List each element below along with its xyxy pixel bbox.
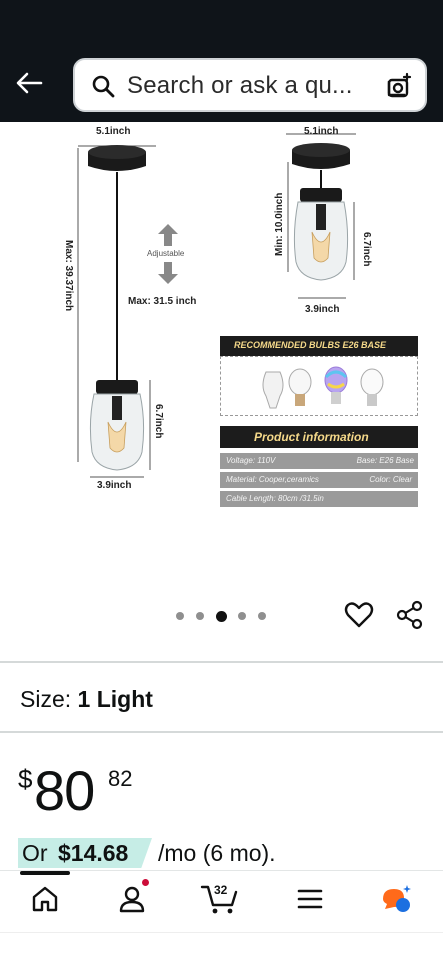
nav-menu[interactable] bbox=[294, 883, 326, 915]
top-bar: Search or ask a qu... bbox=[0, 50, 443, 122]
home-icon bbox=[32, 886, 58, 912]
product-info-title-text: Product information bbox=[254, 430, 369, 444]
size-value: 1 Light bbox=[77, 686, 153, 712]
adjustable-label: Adjustable bbox=[147, 249, 185, 258]
camera-lens-icon[interactable] bbox=[385, 72, 413, 100]
nav-account[interactable] bbox=[116, 878, 150, 915]
divider bbox=[0, 731, 443, 733]
dimension-top-width-right: 5.1inch bbox=[304, 126, 339, 137]
cart-count: 32 bbox=[214, 883, 228, 897]
share-button[interactable] bbox=[395, 600, 425, 630]
dimension-jar-width-left: 3.9inch bbox=[97, 480, 132, 491]
menu-icon bbox=[297, 889, 323, 909]
bulbs-panel bbox=[220, 356, 418, 416]
page-dot[interactable] bbox=[196, 612, 204, 620]
monthly-or: Or bbox=[22, 840, 48, 866]
page-dot[interactable] bbox=[238, 612, 246, 620]
search-bar[interactable]: Search or ask a qu... bbox=[73, 58, 427, 112]
info-material: Material: Cooper,ceramics bbox=[226, 475, 319, 484]
page-dot[interactable] bbox=[258, 612, 266, 620]
bottom-navigation: 32 bbox=[0, 870, 443, 932]
nav-assistant[interactable] bbox=[380, 883, 412, 915]
monthly-terms: /mo (6 mo). bbox=[158, 840, 276, 866]
notification-dot bbox=[141, 878, 150, 887]
size-selector[interactable]: Size: 1 Light bbox=[20, 686, 153, 713]
product-info-title: Product information bbox=[220, 426, 418, 448]
price-fraction: 82 bbox=[108, 766, 133, 791]
dimension-max-cord: Max: 31.5 inch bbox=[128, 296, 197, 307]
info-base: Base: E26 Base bbox=[356, 456, 414, 465]
dimension-jar-width-right: 3.9inch bbox=[305, 304, 340, 315]
page-dot-active[interactable] bbox=[216, 611, 227, 622]
dimension-top-width-left: 5.1inch bbox=[96, 126, 131, 137]
price-whole: 80 bbox=[34, 759, 95, 822]
active-tab-indicator bbox=[20, 871, 70, 875]
dimension-jar-height-left: 6.7inch bbox=[153, 404, 164, 439]
add-to-list-button[interactable] bbox=[344, 600, 374, 630]
nav-home[interactable] bbox=[29, 883, 61, 915]
heart-icon bbox=[344, 602, 374, 628]
dimension-jar-height-right: 6.7inch bbox=[361, 232, 372, 267]
dimension-min-length: Min: 10.0inch bbox=[274, 192, 285, 256]
search-input[interactable]: Search or ask a qu... bbox=[127, 72, 353, 100]
search-icon bbox=[92, 75, 115, 98]
share-icon bbox=[396, 600, 423, 630]
recommended-bulbs-title: RECOMMENDED BULBS E26 BASE bbox=[220, 336, 418, 356]
assistant-icon bbox=[383, 885, 411, 912]
monthly-amount: $14.68 bbox=[58, 840, 129, 866]
system-gesture-bar bbox=[0, 932, 443, 960]
back-arrow-icon bbox=[16, 72, 43, 94]
info-row: Voltage: 110V Base: E26 Base bbox=[220, 453, 418, 469]
person-icon bbox=[119, 886, 145, 913]
product-image-gallery[interactable]: 5.1inch 5.1inch Max: 39.37inch Adjustabl… bbox=[0, 122, 443, 592]
dimension-max-length: Max: 39.37inch bbox=[63, 240, 74, 312]
divider bbox=[0, 661, 443, 663]
info-row: Cable Length: 80cm /31.5in bbox=[220, 491, 418, 507]
price-currency: $ bbox=[18, 764, 33, 794]
size-label: Size: bbox=[20, 686, 72, 712]
recommended-bulbs-title-text: RECOMMENDED BULBS E26 BASE bbox=[234, 340, 387, 350]
info-voltage: Voltage: 110V bbox=[226, 456, 276, 465]
info-row: Material: Cooper,ceramics Color: Clear bbox=[220, 472, 418, 488]
status-bar bbox=[0, 0, 443, 50]
back-button[interactable] bbox=[12, 66, 46, 100]
page-dot[interactable] bbox=[176, 612, 184, 620]
info-color: Color: Clear bbox=[369, 475, 412, 484]
info-cable-length: Cable Length: 80cm /31.5in bbox=[226, 494, 324, 503]
